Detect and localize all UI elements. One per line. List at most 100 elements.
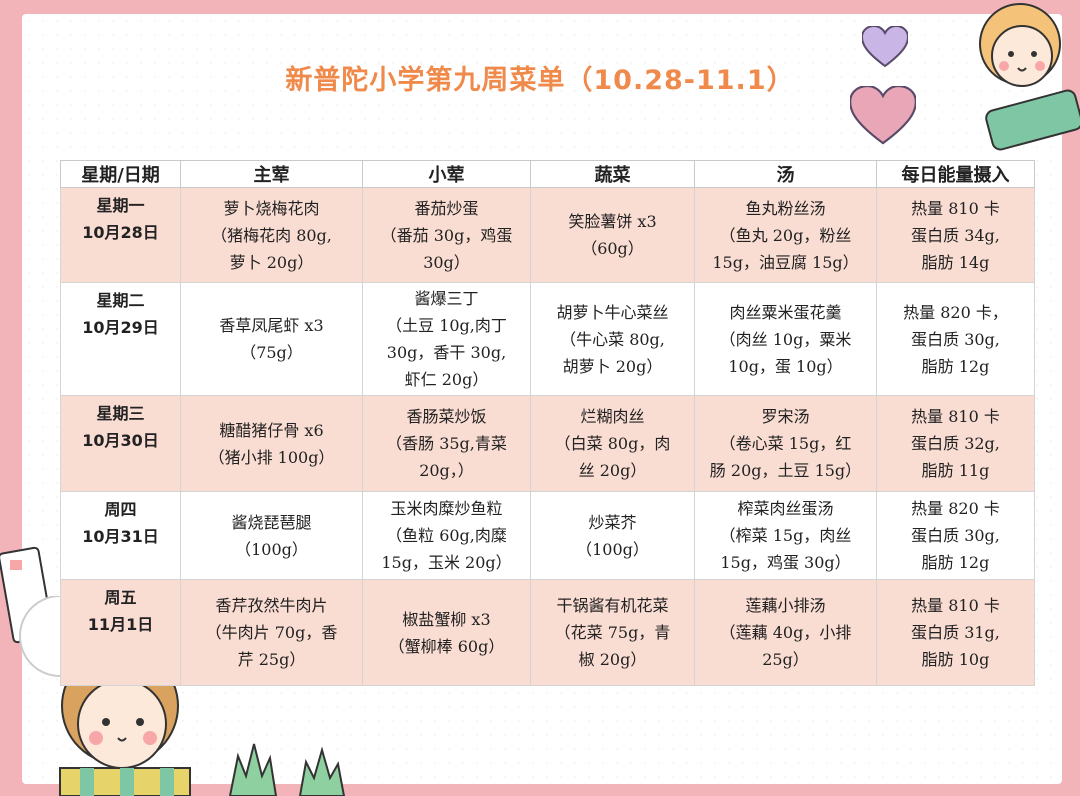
vegetable-cell: 笑脸薯饼 x3 （60g） <box>530 187 695 283</box>
fat: 脂肪 11g <box>921 461 990 480</box>
dish-detail: 胡萝卜 20g） <box>562 356 663 376</box>
side-dish-cell: 椒盐蟹柳 x3 （蟹柳棒 60g） <box>362 579 531 686</box>
dish-detail: 25g） <box>762 650 809 669</box>
dish-name: 笑脸薯饼 x3 <box>568 212 657 231</box>
date-label: 10月29日 <box>82 318 159 337</box>
soup-cell: 肉丝粟米蛋花羹 （肉丝 10g，粟米 10g，蛋 10g） <box>694 282 877 396</box>
energy-cell: 热量 810 卡 蛋白质 31g, 脂肪 10g <box>876 579 1035 686</box>
table-row: 周四 10月31日 酱烧琵琶腿 （100g） 玉米肉糜炒鱼粒 （鱼粒 60g,肉… <box>60 491 1035 580</box>
dish-detail: （牛心菜 80g, <box>560 329 665 349</box>
dish-detail: 丝 20g） <box>578 461 647 480</box>
protein: 蛋白质 30g, <box>911 526 1000 545</box>
vegetable-cell: 干锅酱有机花菜 （花菜 75g，青 椒 20g） <box>530 579 695 686</box>
side-dish-cell: 香肠菜炒饭 （香肠 35g,青菜 20g，） <box>362 395 531 492</box>
dish-detail: （白菜 80g，肉 <box>554 434 671 453</box>
energy-cell: 热量 810 卡 蛋白质 32g, 脂肪 11g <box>876 395 1035 492</box>
table-row: 周五 11月1日 香芹孜然牛肉片 （牛肉片 70g，香 芹 25g） 椒盐蟹柳 … <box>60 579 1035 686</box>
date-label: 10月28日 <box>82 223 159 242</box>
day-cell: 周五 11月1日 <box>60 579 181 686</box>
header-side-meat: 小荤 <box>362 160 531 188</box>
dish-detail: （鱼粒 60g,肉糜 <box>386 526 507 545</box>
main-dish-cell: 香草凤尾虾 x3 （75g） <box>180 282 363 396</box>
side-dish-cell: 酱爆三丁 （土豆 10g,肉丁 30g，香干 30g, 虾仁 20g） <box>362 282 531 396</box>
dish-detail: （蟹柳棒 60g） <box>388 636 505 656</box>
dish-detail: 萝卜 20g） <box>229 252 314 272</box>
header-main-meat: 主荤 <box>180 160 363 188</box>
header-daily-energy: 每日能量摄入 <box>876 160 1035 188</box>
soup-cell: 罗宋汤 （卷心菜 15g，红 肠 20g，土豆 15g） <box>694 395 877 492</box>
side-dish-cell: 番茄炒蛋 （番茄 30g，鸡蛋 30g） <box>362 187 531 283</box>
dish-name: 香芹孜然牛肉片 <box>215 596 328 615</box>
day-cell: 星期一 10月28日 <box>60 187 181 283</box>
fat: 脂肪 10g <box>921 650 990 669</box>
dish-name: 萝卜烧梅花肉 <box>223 198 320 218</box>
dish-detail: （100g） <box>235 539 308 559</box>
grass-icon <box>228 743 346 796</box>
calories: 热量 810 卡 <box>911 596 1000 615</box>
dish-detail: 芹 25g） <box>237 650 306 669</box>
dish-name: 酱烧琵琶腿 <box>231 512 312 532</box>
dish-name: 糖醋猪仔骨 x6 <box>219 420 324 440</box>
dish-detail: （莲藕 40g，小排 <box>719 623 852 642</box>
table-header-row: 星期/日期 主荤 小荤 蔬菜 汤 每日能量摄入 <box>60 160 1035 188</box>
dish-name: 罗宋汤 <box>761 407 810 426</box>
day-label: 星期二 <box>96 291 145 310</box>
dish-name: 莲藕小排汤 <box>745 596 826 615</box>
dish-name: 酱爆三丁 <box>414 289 479 308</box>
page-title: 新普陀小学第九周菜单（10.28-11.1） <box>285 65 795 96</box>
soup-cell: 鱼丸粉丝汤 （鱼丸 20g，粉丝 15g，油豆腐 15g） <box>694 187 877 283</box>
dish-detail: 肠 20g，土豆 15g） <box>709 461 862 480</box>
day-cell: 周四 10月31日 <box>60 491 181 580</box>
protein: 蛋白质 30g, <box>911 329 1000 349</box>
calories: 热量 810 卡 <box>911 198 1000 218</box>
main-dish-cell: 糖醋猪仔骨 x6 （猪小排 100g） <box>180 395 363 492</box>
protein: 蛋白质 32g, <box>911 434 1000 453</box>
dish-name: 肉丝粟米蛋花羹 <box>729 302 842 322</box>
dish-detail: （卷心菜 15g，红 <box>719 434 852 453</box>
day-cell: 星期三 10月30日 <box>60 395 181 492</box>
date-label: 10月30日 <box>82 431 159 450</box>
header-vegetable: 蔬菜 <box>530 160 695 188</box>
dish-detail: （番茄 30g，鸡蛋 <box>380 225 513 245</box>
calories: 热量 820 卡， <box>903 302 1008 322</box>
dish-detail: 30g，香干 30g, <box>386 343 507 362</box>
dish-detail: （肉丝 10g，粟米 <box>719 329 852 349</box>
soup-cell: 莲藕小排汤 （莲藕 40g，小排 25g） <box>694 579 877 686</box>
main-dish-cell: 香芹孜然牛肉片 （牛肉片 70g，香 芹 25g） <box>180 579 363 686</box>
dish-detail: （榨菜 15g，肉丝 <box>719 526 852 545</box>
dish-detail: （土豆 10g,肉丁 <box>386 316 507 335</box>
day-label: 星期一 <box>96 196 145 215</box>
dish-detail: （猪小排 100g） <box>208 447 335 467</box>
dish-detail: 椒 20g） <box>578 650 647 669</box>
day-label: 周五 <box>104 588 137 607</box>
dish-name: 烂糊肉丝 <box>580 407 645 426</box>
table-row: 星期三 10月30日 糖醋猪仔骨 x6 （猪小排 100g） 香肠菜炒饭 （香肠… <box>60 395 1035 492</box>
dish-name: 香草凤尾虾 x3 <box>219 316 324 335</box>
dish-name: 鱼丸粉丝汤 <box>745 198 826 218</box>
fat: 脂肪 12g <box>921 356 990 376</box>
vegetable-cell: 烂糊肉丝 （白菜 80g，肉 丝 20g） <box>530 395 695 492</box>
dish-detail: 虾仁 20g） <box>404 370 489 389</box>
dish-detail: 20g，） <box>419 461 474 480</box>
dish-name: 榨菜肉丝蛋汤 <box>737 499 834 518</box>
dish-detail: （100g） <box>576 539 649 559</box>
calories: 热量 810 卡 <box>911 407 1000 426</box>
fat: 脂肪 14g <box>921 252 990 272</box>
energy-cell: 热量 810 卡 蛋白质 34g, 脂肪 14g <box>876 187 1035 283</box>
vegetable-cell: 炒菜芥 （100g） <box>530 491 695 580</box>
dish-detail: （香肠 35g,青菜 <box>386 434 507 453</box>
protein: 蛋白质 34g, <box>911 225 1000 245</box>
menu-table: 星期/日期 主荤 小荤 蔬菜 汤 每日能量摄入 星期一 10月28日 萝卜烧梅花… <box>60 160 1035 686</box>
dish-name: 椒盐蟹柳 x3 <box>402 609 491 629</box>
dish-detail: 15g，油豆腐 15g） <box>712 252 859 272</box>
table-row: 星期一 10月28日 萝卜烧梅花肉 （猪梅花肉 80g, 萝卜 20g） 番茄炒… <box>60 187 1035 283</box>
day-label: 星期三 <box>96 404 145 423</box>
dish-detail: 30g） <box>423 252 470 272</box>
soup-cell: 榨菜肉丝蛋汤 （榨菜 15g，肉丝 15g，鸡蛋 30g） <box>694 491 877 580</box>
main-dish-cell: 酱烧琵琶腿 （100g） <box>180 491 363 580</box>
energy-cell: 热量 820 卡， 蛋白质 30g, 脂肪 12g <box>876 282 1035 396</box>
table-row: 星期二 10月29日 香草凤尾虾 x3 （75g） 酱爆三丁 （土豆 10g,肉… <box>60 282 1035 396</box>
main-dish-cell: 萝卜烧梅花肉 （猪梅花肉 80g, 萝卜 20g） <box>180 187 363 283</box>
dish-detail: 15g，鸡蛋 30g） <box>720 553 851 572</box>
protein: 蛋白质 31g, <box>911 623 1000 642</box>
